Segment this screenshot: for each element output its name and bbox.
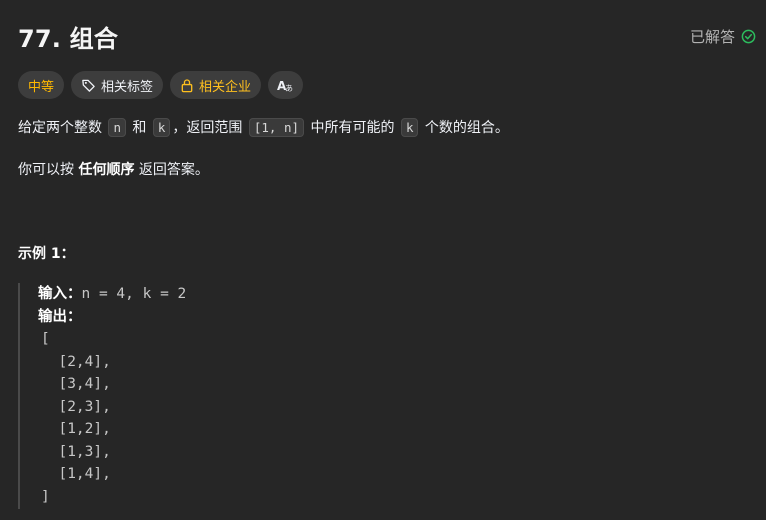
example-title: 示例 1： (18, 246, 75, 262)
problem-title[interactable]: 77. 组合 (18, 19, 118, 54)
output-line: [2,4], (41, 353, 111, 370)
tag-icon (81, 78, 96, 93)
solved-label: 已解答 (689, 27, 735, 46)
input-value: n = 4, k = 2 (81, 286, 187, 302)
output-line: [1,2], (41, 421, 111, 437)
lock-icon (180, 78, 194, 93)
inline-code: n (108, 118, 126, 137)
inline-code: k (152, 118, 171, 137)
solved-status: 已解答 (690, 26, 756, 47)
output-line: [2,3], (41, 398, 111, 415)
input-label: 输入： (38, 286, 82, 302)
output-line: [1,3], (41, 443, 111, 460)
output-line: [1,4], (41, 466, 111, 482)
output-label: 输出： (38, 308, 82, 325)
inline-code: k (400, 118, 419, 137)
check-circle-icon (741, 29, 756, 44)
output-value: [ [2,4], [3,4], [2,3], [1,2], [1,3], [1,… (41, 328, 318, 508)
companies-tag-button[interactable]: 相关企业 (170, 71, 262, 99)
tag-bar: 中等 相关标签 相关企业 A あ (18, 71, 304, 99)
translate-icon: A あ (277, 78, 294, 93)
title-row: 77. 组合 已解答 (18, 18, 756, 54)
problem-description-panel: 77. 组合 已解答 中等 相关标签 相关企业 A あ 给定两个整数 n 和 k… (0, 0, 766, 520)
output-line: [ (41, 331, 50, 347)
translate-button[interactable]: A あ (268, 71, 304, 99)
bold-text: 任何顺序 (78, 162, 135, 178)
companies-tag-label: 相关企业 (199, 79, 252, 95)
problem-description: 给定两个整数 n 和 k ，返回范围 [1, n] 中所有可能的 k 个数的组合。… (18, 116, 509, 182)
example-output-line: 输出： (38, 306, 318, 329)
description-paragraph-2: 你可以按 任何顺序 返回答案。 (18, 162, 209, 178)
description-paragraph-1: 给定两个整数 n 和 k ，返回范围 [1, n] 中所有可能的 k 个数的组合。 (18, 118, 509, 137)
output-line: ] (41, 488, 50, 505)
svg-text:あ: あ (285, 84, 293, 93)
example-block: 输入：n = 4, k = 2 输出： [ [2,4], [3,4], [2,3… (18, 283, 318, 509)
inline-code: [1, n] (248, 118, 305, 137)
topics-tag-label: 相关标签 (101, 79, 154, 95)
difficulty-badge: 中等 (18, 71, 65, 99)
output-line: [3,4], (41, 376, 111, 392)
topics-tag-button[interactable]: 相关标签 (71, 71, 164, 99)
example-input-line: 输入：n = 4, k = 2 (38, 283, 318, 306)
